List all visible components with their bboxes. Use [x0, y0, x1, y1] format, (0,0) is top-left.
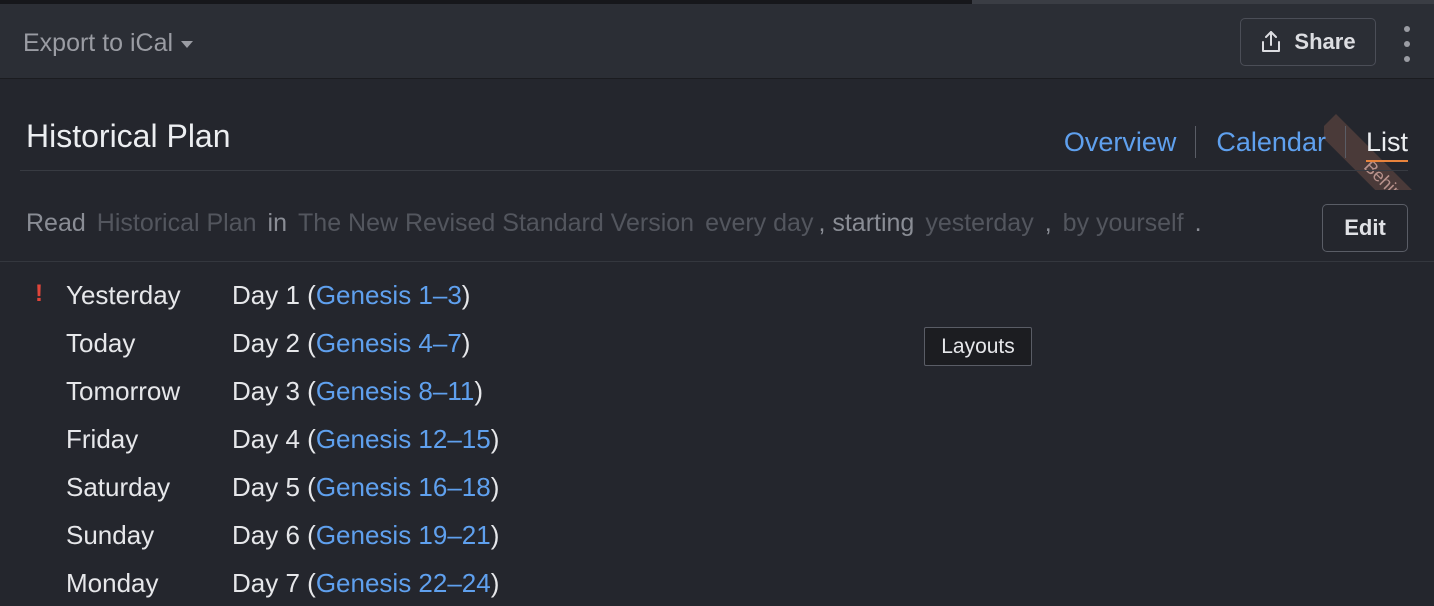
sentence-start[interactable]: yesterday	[925, 209, 1033, 238]
list-item: ! Yesterday Day 1 (Genesis 1–3)	[0, 276, 1434, 316]
passage-link[interactable]: Genesis 4–7	[316, 328, 462, 358]
share-upload-icon	[1262, 31, 1281, 52]
sentence-read: Read	[26, 208, 86, 237]
reading-prefix: Day 3 (	[232, 376, 316, 406]
reading-suffix: )	[461, 328, 471, 358]
passage-link[interactable]: Genesis 16–18	[316, 472, 491, 502]
list-item: Saturday Day 5 (Genesis 16–18)	[0, 468, 1434, 508]
reading: Day 7 (Genesis 22–24)	[232, 568, 499, 599]
reading: Day 5 (Genesis 16–18)	[232, 472, 499, 503]
tab-list[interactable]: List	[1346, 122, 1409, 162]
toolbar: Export to iCal Share	[0, 4, 1434, 79]
list-item: Monday Day 7 (Genesis 22–24)	[0, 564, 1434, 604]
sentence-period: .	[1194, 208, 1202, 237]
sentence-version[interactable]: The New Revised Standard Version	[298, 209, 694, 238]
passage-link[interactable]: Genesis 19–21	[316, 520, 491, 550]
list-item: Sunday Day 6 (Genesis 19–21)	[0, 516, 1434, 556]
day-label: Friday	[66, 424, 139, 454]
edit-button[interactable]: Edit	[1322, 204, 1408, 252]
divider	[0, 261, 1434, 262]
share-label: Share	[1294, 29, 1356, 54]
tab-overview[interactable]: Overview	[1044, 122, 1197, 162]
reading: Day 2 (Genesis 4–7)	[232, 328, 470, 359]
reading-suffix: )	[461, 280, 471, 310]
day-label: Yesterday	[66, 280, 181, 310]
reading-suffix: )	[490, 568, 500, 598]
reading: Day 1 (Genesis 1–3)	[232, 280, 470, 311]
caret-down-icon	[181, 40, 194, 48]
list-item: Tomorrow Day 3 (Genesis 8–11)	[0, 372, 1434, 412]
layouts-tooltip: Layouts	[924, 327, 1032, 366]
reading-prefix: Day 5 (	[232, 472, 316, 502]
kebab-dot	[1404, 41, 1410, 47]
share-button[interactable]: Share	[1240, 18, 1376, 66]
sentence-plan-name[interactable]: Historical Plan	[97, 209, 257, 238]
passage-link[interactable]: Genesis 8–11	[316, 376, 475, 406]
sentence-who[interactable]: by yourself	[1063, 209, 1184, 238]
export-to-ical-dropdown[interactable]: Export to iCal	[23, 24, 194, 62]
exclamation-icon: !	[35, 280, 43, 307]
day-label: Tomorrow	[66, 376, 181, 406]
reading-prefix: Day 6 (	[232, 520, 316, 550]
view-tabs: Overview Calendar List	[1044, 122, 1409, 162]
plan-settings-sentence: Read Historical Plan in The New Revised …	[26, 205, 1202, 241]
day-label: Monday	[66, 568, 159, 598]
reading-prefix: Day 1 (	[232, 280, 316, 310]
sentence-in: in	[267, 208, 288, 237]
reading-suffix: )	[490, 424, 500, 454]
kebab-dot	[1404, 26, 1410, 32]
day-label: Today	[66, 328, 136, 358]
reading-suffix: )	[490, 472, 500, 502]
reading-suffix: )	[474, 376, 483, 406]
sentence-comma: ,	[1044, 208, 1052, 237]
kebab-dot	[1404, 56, 1410, 62]
reading-prefix: Day 7 (	[232, 568, 316, 598]
kebab-menu-icon[interactable]	[1398, 26, 1416, 62]
reading-prefix: Day 4 (	[232, 424, 316, 454]
passage-link[interactable]: Genesis 22–24	[316, 568, 491, 598]
sentence-frequency[interactable]: every day	[705, 209, 813, 238]
plan-title: Historical Plan	[26, 118, 231, 154]
reading-suffix: )	[490, 520, 500, 550]
day-label: Saturday	[66, 472, 171, 502]
passage-link[interactable]: Genesis 1–3	[316, 280, 462, 310]
passage-link[interactable]: Genesis 12–15	[316, 424, 491, 454]
tab-calendar[interactable]: Calendar	[1196, 122, 1346, 162]
reading: Day 6 (Genesis 19–21)	[232, 520, 499, 551]
list-item: Today Day 2 (Genesis 4–7)	[0, 324, 1434, 364]
day-label: Sunday	[66, 520, 155, 550]
reading-prefix: Day 2 (	[232, 328, 316, 358]
reading: Day 3 (Genesis 8–11)	[232, 376, 483, 407]
sentence-starting: , starting	[818, 208, 915, 237]
list-item: Friday Day 4 (Genesis 12–15)	[0, 420, 1434, 460]
divider	[20, 170, 1408, 171]
reading: Day 4 (Genesis 12–15)	[232, 424, 499, 455]
export-label: Export to iCal	[23, 28, 174, 57]
